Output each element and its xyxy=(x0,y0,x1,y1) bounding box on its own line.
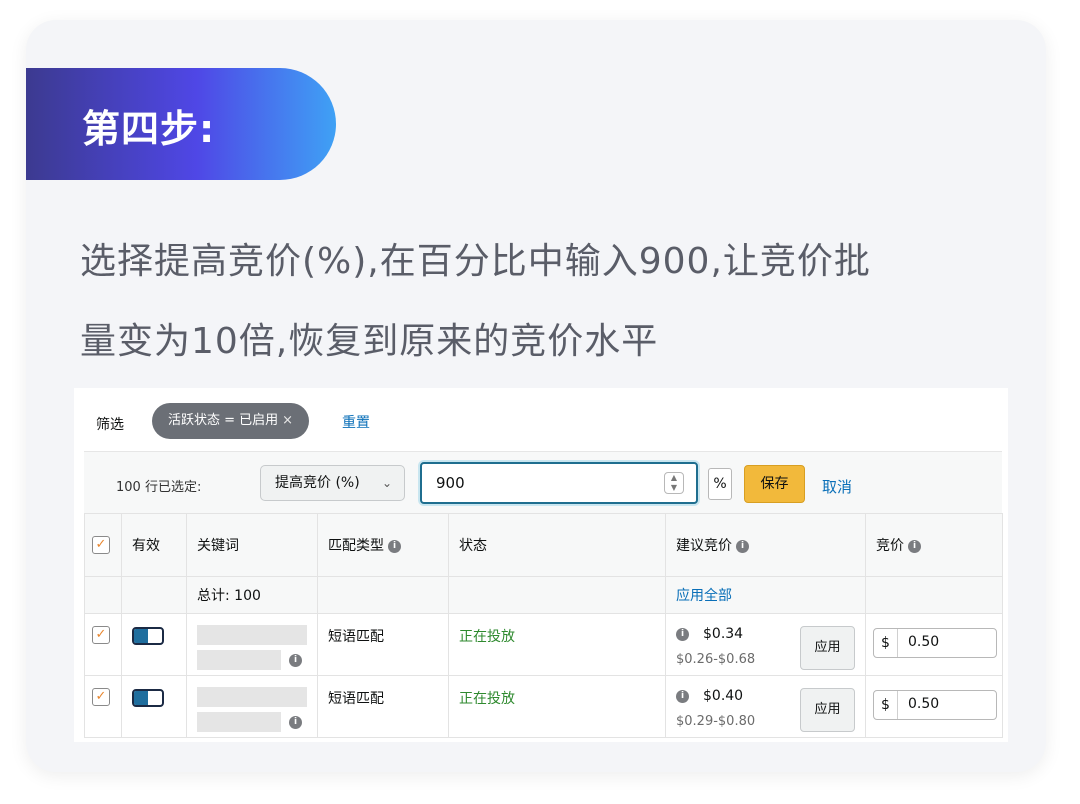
header-active: 有效 xyxy=(121,513,187,577)
redacted-keyword xyxy=(197,712,281,732)
active-toggle[interactable] xyxy=(132,689,164,707)
row-checkbox[interactable]: ✓ xyxy=(92,626,110,644)
header-bid: 竞价 xyxy=(876,538,904,554)
info-icon[interactable]: i xyxy=(388,539,401,553)
header-keyword: 关键词 xyxy=(186,513,318,577)
bid-input[interactable]: $ 0.50 xyxy=(873,690,997,720)
filter-chip-active-status[interactable]: 活跃状态 = 已启用 × xyxy=(152,403,310,439)
info-icon[interactable]: i xyxy=(908,539,921,553)
redacted-keyword xyxy=(197,687,307,707)
percent-unit: % xyxy=(708,468,732,500)
filter-label: 筛选 xyxy=(96,417,124,433)
number-spinner-icon[interactable]: ▲ ▼ xyxy=(664,472,684,494)
match-type: 短语匹配 xyxy=(328,691,384,707)
campaign-panel-screenshot: 筛选 活跃状态 = 已启用 × 重置 100 行已选定: 提高竞价 (%) ⌄ 9… xyxy=(74,388,1008,742)
save-button[interactable]: 保存 xyxy=(744,465,805,503)
suggested-bid: $0.34 xyxy=(703,626,744,642)
select-all-checkbox[interactable]: ✓ xyxy=(92,536,110,554)
spin-up-icon[interactable]: ▲ xyxy=(671,473,677,482)
status-text: 正在投放 xyxy=(459,629,515,645)
match-type: 短语匹配 xyxy=(328,629,384,645)
apply-button[interactable]: 应用 xyxy=(800,688,855,732)
total-count: 总计: 100 xyxy=(186,576,318,614)
info-icon[interactable]: i xyxy=(289,716,302,729)
suggested-bid-range: $0.26-$0.68 xyxy=(676,652,756,667)
spin-down-icon[interactable]: ▼ xyxy=(671,483,677,492)
filter-chip-text: 活跃状态 = 已启用 xyxy=(168,413,279,428)
suggested-bid: $0.40 xyxy=(703,688,744,704)
active-toggle[interactable] xyxy=(132,627,164,645)
status-text: 正在投放 xyxy=(459,691,515,707)
info-icon[interactable]: i xyxy=(736,539,749,553)
currency-symbol: $ xyxy=(874,691,898,719)
header-status: 状态 xyxy=(448,513,666,577)
redacted-keyword xyxy=(197,625,307,645)
redacted-keyword xyxy=(197,650,281,670)
selected-count: 100 行已选定: xyxy=(116,480,202,495)
cancel-link[interactable]: 取消 xyxy=(822,476,852,497)
table-row: ✓ i 短语匹配 正在投放 i $0.40 $0.29-$0.80 应用 $ 0.… xyxy=(84,675,1003,738)
bid-value: 0.50 xyxy=(908,634,940,650)
table-header-row: ✓ 有效 关键词 匹配类型 i 状态 建议竞价 i 竞价 i xyxy=(84,513,1003,577)
percent-value-text: 900 xyxy=(436,474,465,492)
info-icon[interactable]: i xyxy=(676,689,689,703)
bulk-edit-bar: 100 行已选定: 提高竞价 (%) ⌄ 900 ▲ ▼ % 保存 取消 xyxy=(84,451,1002,513)
row-checkbox[interactable]: ✓ xyxy=(92,688,110,706)
info-icon[interactable]: i xyxy=(289,654,302,667)
header-suggested-bid: 建议竞价 xyxy=(676,538,732,554)
currency-symbol: $ xyxy=(874,629,898,657)
toggle-knob xyxy=(134,629,148,643)
apply-all-link[interactable]: 应用全部 xyxy=(665,576,866,614)
step-title: 第四步: xyxy=(82,107,216,151)
bulk-action-select[interactable]: 提高竞价 (%) ⌄ xyxy=(260,465,405,501)
percent-value-input[interactable]: 900 ▲ ▼ xyxy=(420,462,698,504)
keyword-table: ✓ 有效 关键词 匹配类型 i 状态 建议竞价 i 竞价 i 总计: 100 应用全部… xyxy=(84,513,1003,738)
description-line-2: 量变为10倍,恢复到原来的竞价水平 xyxy=(80,321,659,362)
chevron-down-icon: ⌄ xyxy=(381,476,392,490)
filter-bar: 筛选 活跃状态 = 已启用 × 重置 xyxy=(74,388,1008,452)
bulk-action-label: 提高竞价 (%) xyxy=(275,475,360,491)
table-total-row: 总计: 100 应用全部 xyxy=(84,576,1003,614)
apply-button[interactable]: 应用 xyxy=(800,626,855,670)
table-row: ✓ i 短语匹配 正在投放 i $0.34 $0.26-$0.68 应用 $ 0.… xyxy=(84,613,1003,676)
bid-input[interactable]: $ 0.50 xyxy=(873,628,997,658)
suggested-bid-range: $0.29-$0.80 xyxy=(676,714,756,729)
description-line-1: 选择提高竞价(%),在百分比中输入900,让竞价批 xyxy=(80,241,871,282)
bid-value: 0.50 xyxy=(908,696,940,712)
info-icon[interactable]: i xyxy=(676,627,689,641)
close-icon[interactable]: × xyxy=(282,413,293,428)
toggle-knob xyxy=(134,691,148,705)
reset-link[interactable]: 重置 xyxy=(342,412,370,432)
header-match-type: 匹配类型 xyxy=(328,538,384,554)
